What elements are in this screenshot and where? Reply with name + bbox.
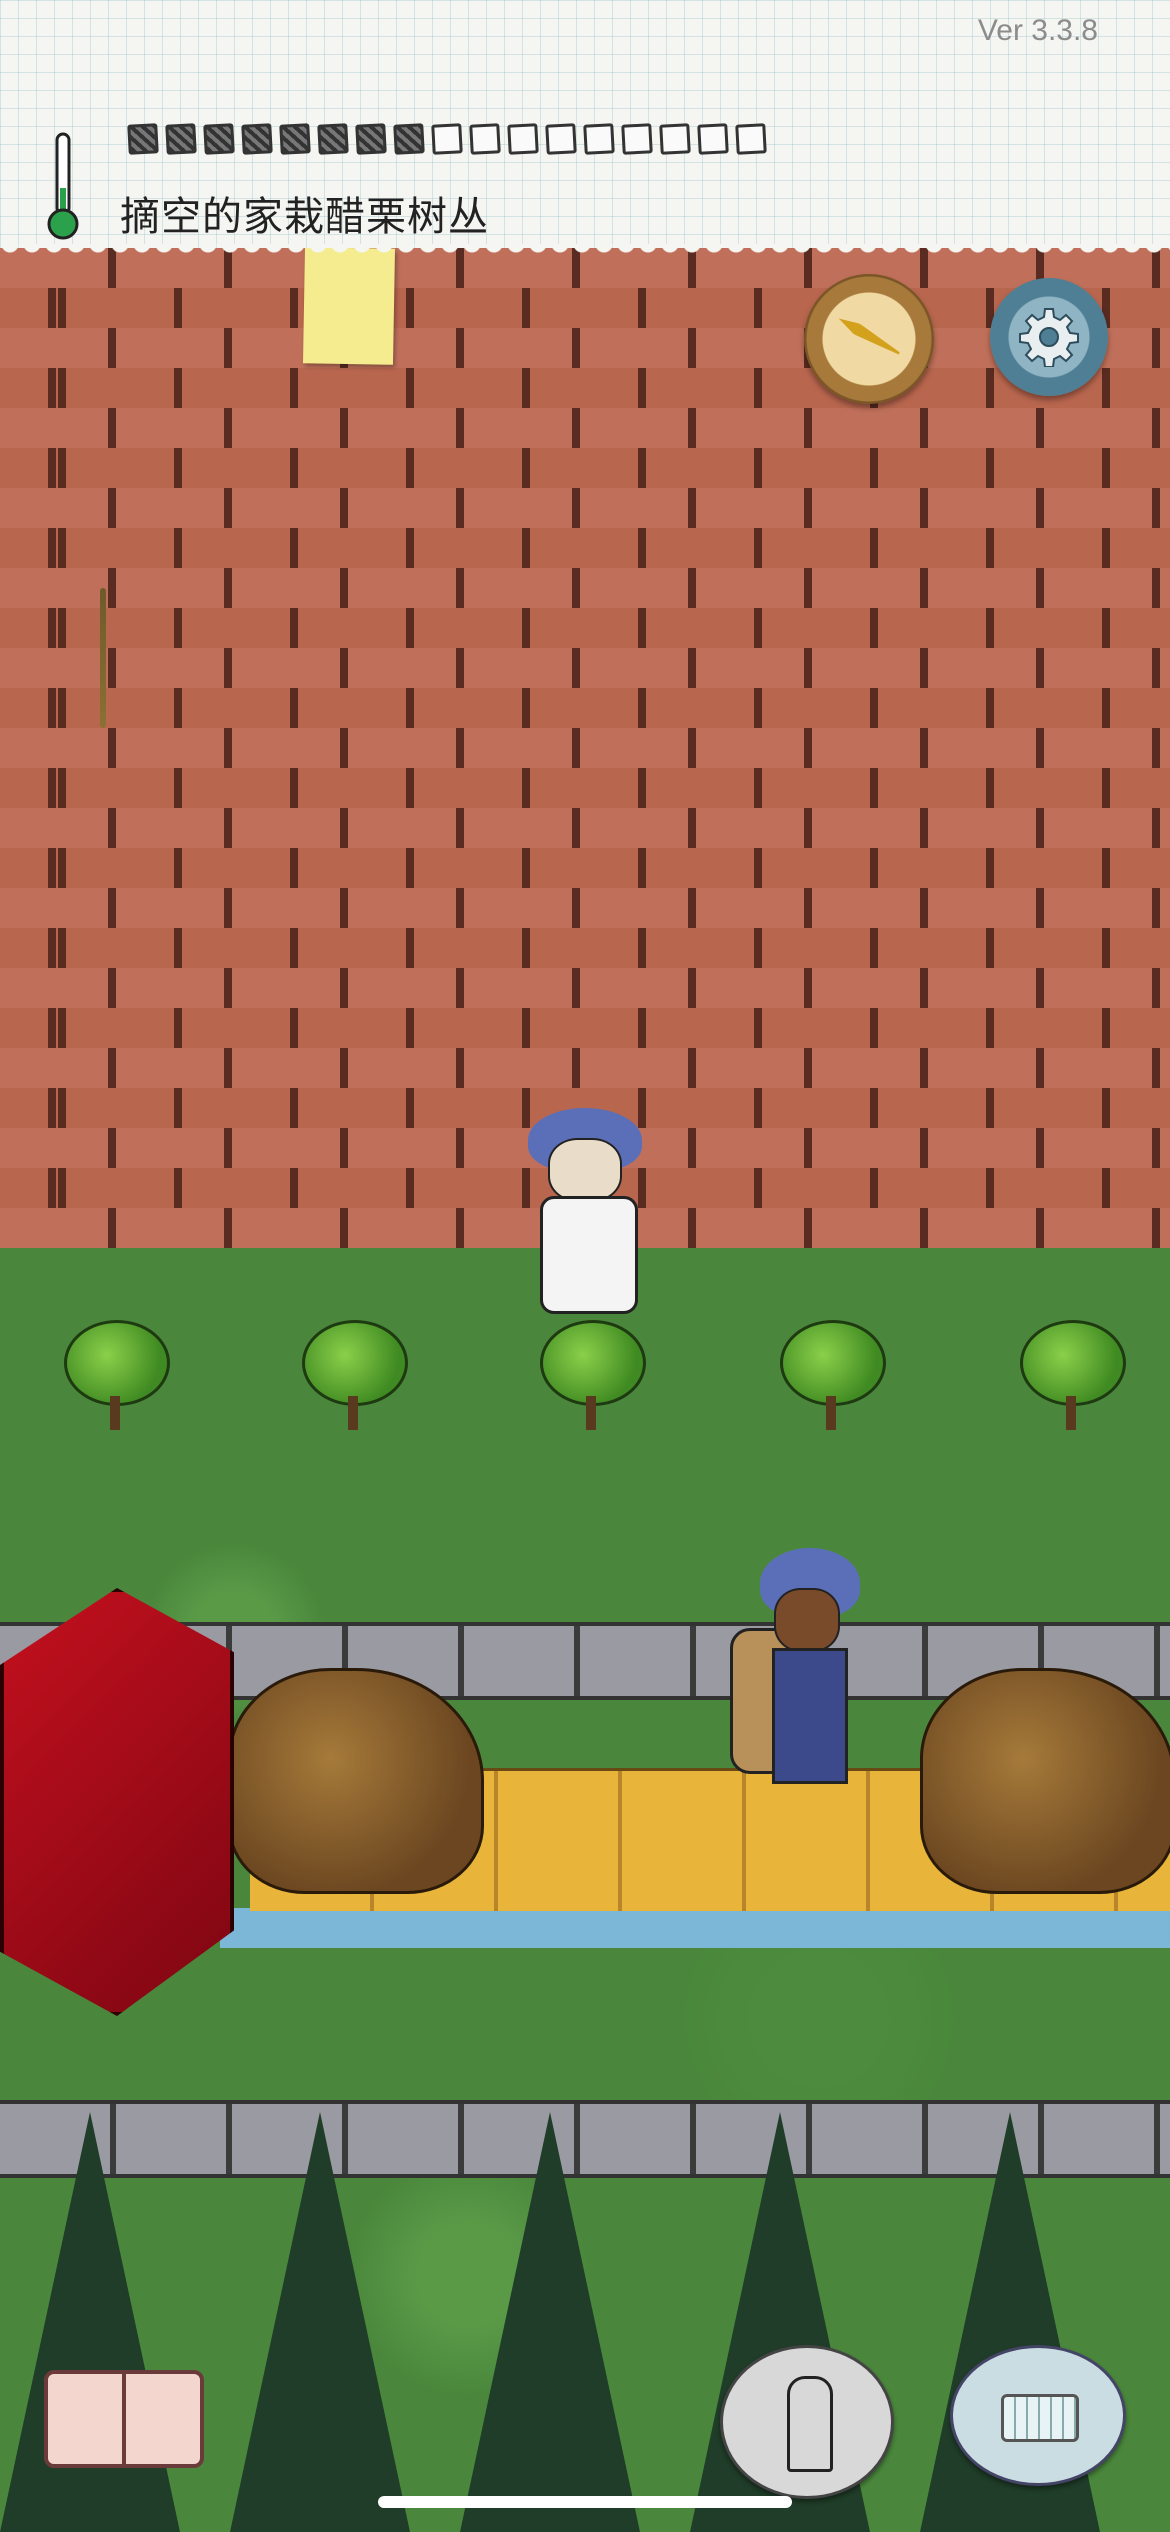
food-pip-empty <box>507 123 539 155</box>
food-meter <box>127 123 767 155</box>
food-pip-filled <box>203 123 235 155</box>
home-indicator[interactable] <box>378 2496 792 2508</box>
food-pip-filled <box>127 123 159 155</box>
player-face <box>548 1138 622 1202</box>
npc-face <box>774 1588 840 1652</box>
compass-button[interactable] <box>804 274 934 404</box>
gear-icon <box>1019 308 1079 367</box>
food-pip-empty <box>545 123 577 155</box>
game-world[interactable] <box>0 247 1170 2532</box>
food-pip-empty <box>469 123 501 155</box>
puppet-icon <box>787 2376 833 2472</box>
rope[interactable] <box>100 588 106 728</box>
brick-row <box>0 888 1170 928</box>
brick-row <box>0 608 1170 648</box>
book-icon <box>44 2370 126 2468</box>
settings-button[interactable] <box>990 278 1108 396</box>
food-pip-filled <box>393 123 425 155</box>
book-button[interactable] <box>44 2360 204 2470</box>
gooseberry-bush[interactable] <box>780 1320 886 1430</box>
pine-tree[interactable] <box>230 2112 410 2532</box>
food-pip-empty <box>431 123 463 155</box>
brick-row <box>0 928 1170 968</box>
keyboard-button[interactable] <box>950 2345 1126 2486</box>
food-pip-filled <box>241 123 273 155</box>
gooseberry-bush[interactable] <box>1020 1320 1126 1430</box>
bison[interactable] <box>920 1668 1170 1894</box>
brick-row <box>0 1048 1170 1088</box>
puppet-button[interactable] <box>720 2345 894 2499</box>
brick-row <box>0 1008 1170 1048</box>
brick-row <box>0 968 1170 1008</box>
thermometer-icon <box>47 132 79 240</box>
compass-icon <box>836 313 903 358</box>
food-pip-filled <box>279 123 311 155</box>
brick-row <box>0 728 1170 768</box>
food-pip-filled <box>355 123 387 155</box>
brick-row <box>0 568 1170 608</box>
brick-row <box>0 768 1170 808</box>
player-robe <box>540 1196 638 1314</box>
brick-row <box>0 408 1170 448</box>
pine-tree[interactable] <box>460 2112 640 2532</box>
status-text: 摘空的家栽醋栗树丛 <box>120 194 489 240</box>
food-pip-empty <box>583 123 615 155</box>
food-pip-empty <box>659 123 691 155</box>
brick-wall <box>0 248 1170 1248</box>
gooseberry-bush[interactable] <box>64 1320 170 1430</box>
keyboard-icon <box>1001 2394 1079 2442</box>
brick-row <box>0 448 1170 488</box>
brick-row <box>0 688 1170 728</box>
food-pip-filled <box>317 123 349 155</box>
red-crate[interactable] <box>0 1588 234 2016</box>
version-label: Ver 3.3.8 <box>977 14 1098 47</box>
gooseberry-bush[interactable] <box>302 1320 408 1430</box>
trader-npc[interactable] <box>730 1548 880 1848</box>
brick-row <box>0 648 1170 688</box>
food-pip-empty <box>621 123 653 155</box>
food-pip-filled <box>165 123 197 155</box>
gooseberry-bush[interactable] <box>540 1320 646 1430</box>
player-character[interactable] <box>520 1108 650 1314</box>
bison[interactable] <box>228 1668 484 1894</box>
status-hud: Ver 3.3.8 摘空的家栽醋栗树丛 <box>0 0 1170 258</box>
sticky-note[interactable] <box>302 247 396 365</box>
stream <box>220 1908 1170 1948</box>
brick-row <box>0 808 1170 848</box>
brick-row <box>0 488 1170 528</box>
npc-robe <box>772 1648 848 1784</box>
food-pip-empty <box>735 123 767 155</box>
food-pip-empty <box>697 123 729 155</box>
brick-row <box>0 528 1170 568</box>
brick-row <box>0 848 1170 888</box>
brick-row <box>0 368 1170 408</box>
